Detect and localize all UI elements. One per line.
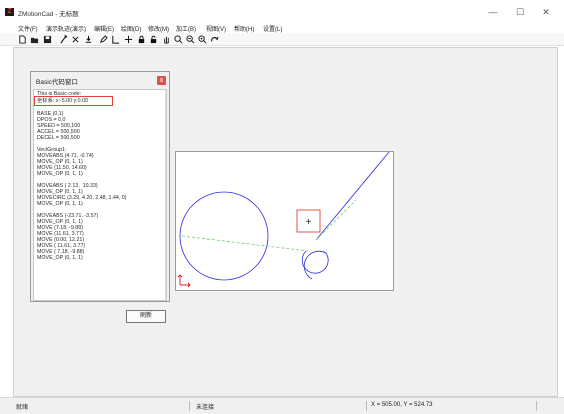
menu-help[interactable]: 帮助(H) <box>234 24 254 33</box>
diagonal-dashed-path <box>315 199 357 241</box>
basic-code-window[interactable]: Basic代码窗口 x This is Basic code: 坐标系: x:-… <box>30 71 170 302</box>
select-icon[interactable] <box>59 35 68 44</box>
code-line: DECEL = 500,500 <box>37 135 80 141</box>
canvas-drawing: + <box>177 152 390 288</box>
code-line-coordinate: 坐标系: x:-5.00 y:0.00 <box>37 98 88 104</box>
lock-icon[interactable] <box>137 35 146 44</box>
code-line: MOVE_OP (0, 1, 1) <box>37 255 83 261</box>
new-icon[interactable] <box>18 35 27 44</box>
window-title: ZMotionCad - 无标题 <box>18 11 79 18</box>
basic-window-close-button[interactable]: x <box>157 76 166 85</box>
title-bar: Z ZMotionCad - 无标题 — ☐ ✕ <box>0 0 564 22</box>
status-bar: 就绪 未连接 X = 505.00, Y = 524.73 <box>0 397 564 414</box>
code-line: MOVE_OP (0, 1, 1) <box>37 171 83 177</box>
save-icon[interactable] <box>43 35 52 44</box>
menu-file[interactable]: 文件(F) <box>18 24 38 33</box>
toolbar <box>0 33 564 46</box>
status-divider <box>536 401 537 411</box>
status-ready: 就绪 <box>16 405 29 411</box>
code-line: This is Basic code: <box>37 91 82 97</box>
basic-window-title: Basic代码窗口 <box>36 79 78 86</box>
menu-process[interactable]: 加工(B) <box>176 24 196 33</box>
menu-edit[interactable]: 编辑(E) <box>94 24 114 33</box>
zoom-in-icon[interactable] <box>174 35 183 44</box>
maximize-button[interactable]: ☐ <box>510 7 530 17</box>
code-line: MOVE_OP (0, 1, 1) <box>37 201 83 207</box>
basic-code-textarea[interactable]: This is Basic code: 坐标系: x:-5.00 y:0.00 … <box>33 89 167 301</box>
large-circle-path <box>179 191 269 281</box>
code-scrollbar[interactable]: ▲ ▼ <box>165 90 167 300</box>
zoom-fit-icon[interactable] <box>198 35 207 44</box>
scroll-up-arrow-icon[interactable]: ▲ <box>166 91 167 96</box>
status-divider <box>366 401 367 411</box>
drawing-canvas[interactable]: + <box>175 151 394 291</box>
origin-axis-marker <box>177 274 191 288</box>
pan-icon[interactable] <box>162 35 171 44</box>
menu-modify[interactable]: 修改(M) <box>148 24 169 33</box>
diagonal-line-path <box>315 152 390 241</box>
line-icon[interactable] <box>111 35 120 44</box>
zoom-out-icon[interactable] <box>186 35 195 44</box>
app-logo-icon: Z <box>5 8 14 16</box>
status-connection: 未连接 <box>196 405 215 411</box>
refresh-button[interactable]: 刷新 <box>126 310 166 323</box>
status-coordinates: X = 505.00, Y = 524.73 <box>371 402 433 408</box>
status-divider <box>189 401 190 411</box>
basic-window-titlebar[interactable]: Basic代码窗口 x <box>31 72 169 89</box>
minimize-button[interactable]: — <box>483 7 503 17</box>
pencil-icon[interactable] <box>99 35 108 44</box>
scroll-down-arrow-icon[interactable]: ▼ <box>166 294 167 299</box>
dashed-rapid-path <box>181 235 309 252</box>
redo-icon[interactable] <box>210 35 219 44</box>
cut-icon[interactable] <box>71 35 80 44</box>
unlock-icon[interactable] <box>149 35 158 44</box>
menu-view[interactable]: 视图(V) <box>206 24 226 33</box>
cursor-crosshair-marker: + <box>306 217 312 228</box>
crosshair-icon[interactable] <box>124 35 133 44</box>
menu-demo[interactable]: 演示轨迹(演示) <box>46 24 86 33</box>
open-icon[interactable] <box>30 35 39 44</box>
menu-bar: 文件(F) 演示轨迹(演示) 编辑(E) 绘图(D) 修改(M) 加工(B) 视… <box>0 22 564 33</box>
menu-settings[interactable]: 设置(L) <box>263 24 282 33</box>
menu-draw[interactable]: 绘图(D) <box>121 24 141 33</box>
small-arc-path <box>301 250 329 280</box>
close-button[interactable]: ✕ <box>536 7 556 17</box>
download-icon[interactable] <box>84 35 93 44</box>
